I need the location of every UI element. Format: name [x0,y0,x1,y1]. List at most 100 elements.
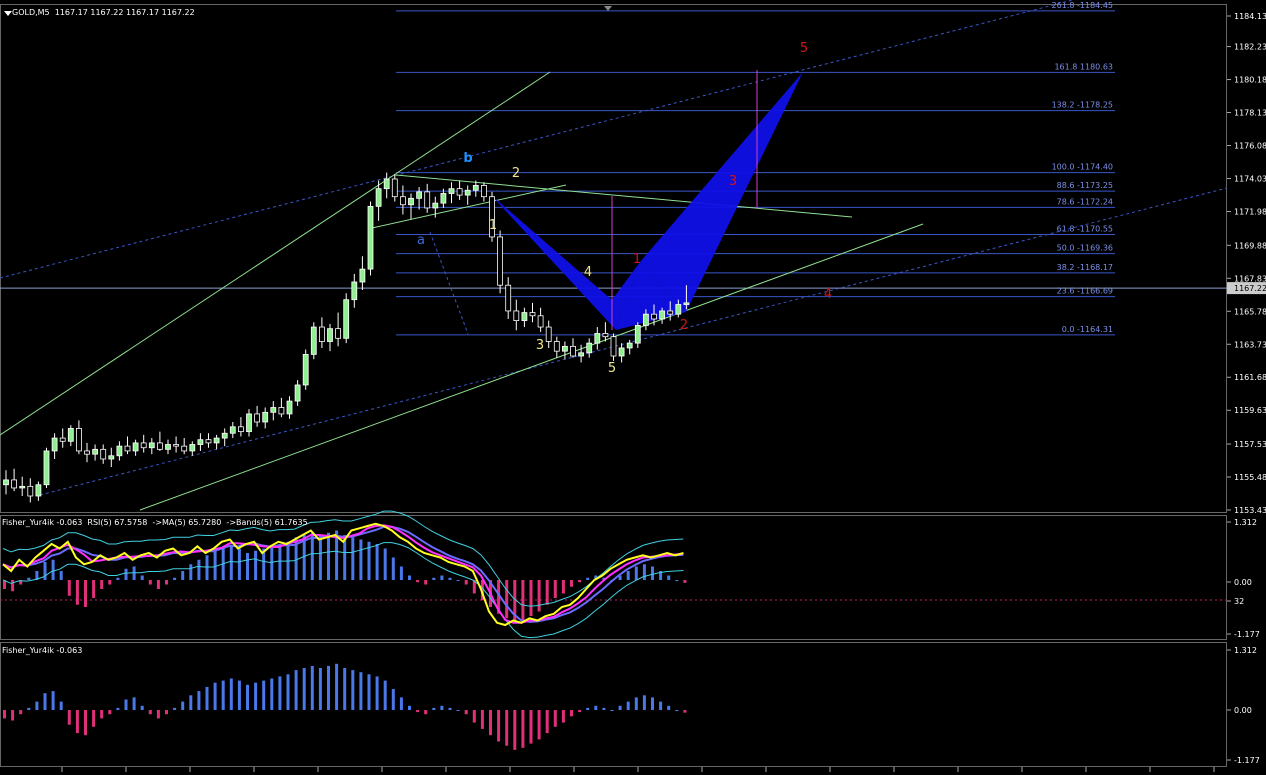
candle-body [359,268,366,283]
fib-level-label: 50.0 -1169.36 [1057,244,1113,253]
fib-level-label: 88.6 -1173.25 [1057,181,1113,190]
candle-body [237,426,244,433]
candle-body [140,442,147,449]
ind2-histogram-bar [561,710,565,723]
candle-body [424,191,431,209]
ind2-histogram-bar [642,695,646,710]
wave-label: 3 [536,338,544,353]
ind2-histogram-bar [35,701,39,710]
wave-label: b [463,151,472,166]
candle-body [156,442,163,450]
price-tick-label: 1180.18 [1234,76,1266,85]
ind1-histogram-bar [464,580,468,585]
ind1-histogram-bar [59,571,63,580]
harmonic-leg-3 [640,72,803,312]
candle-body [545,326,552,342]
ind2-histogram-bar [651,697,654,710]
price-tick-label: 1155.48 [1234,473,1266,482]
ind1-histogram-bar [156,580,160,589]
ind2-histogram-bar [424,710,428,715]
candle-body [189,444,196,452]
ind2-histogram-bar [173,707,177,710]
ind1-histogram-bar [205,555,209,580]
candle-body [683,302,690,305]
ind2-histogram-bar [237,680,241,710]
ind1-histogram-bar [521,580,525,621]
candle-body [173,444,180,447]
fib-level-label: 0.0 -1164.31 [1062,325,1113,334]
price-tick-label: 1167.83 [1234,274,1266,283]
ind2-histogram-bar [432,707,436,710]
ind2-histogram-bar [594,705,598,710]
ind2-histogram-bar [343,668,347,710]
channel-line-lower [139,223,924,511]
wave-label: 4 [824,287,832,302]
ind2-histogram-bar [489,710,492,736]
candle-body [11,479,18,489]
ind2-histogram-bar [456,710,460,711]
ind2-histogram-bar [505,710,509,746]
ind1-histogram-bar [43,562,47,580]
ind2-histogram-bar [148,710,152,715]
candle-body [537,315,544,328]
candle-body [578,352,584,357]
current-price-label: 1167.22 [1234,284,1266,293]
candle-body [448,188,455,194]
ind1-histogram-bar [351,537,355,580]
candle-body [278,407,285,415]
ind1-histogram-bar [84,580,87,607]
price-pane-border [0,4,1227,513]
ind2-histogram-bar [497,710,501,742]
ind2-histogram-bar [116,707,120,710]
candle-body [432,202,439,209]
candle-body [643,313,649,326]
ind2-histogram-bar [359,672,363,710]
ind2-histogram-bar [294,670,298,710]
ind2-histogram-bar [399,697,403,710]
candle-body [3,479,9,486]
candle-body [464,189,471,196]
ind2-tick-label: 0.00 [1234,706,1252,715]
ind2-histogram-bar [213,682,217,710]
ind2-histogram-bar [302,668,306,710]
ind2-histogram-bar [43,693,47,710]
candle-body [675,304,682,315]
ind2-histogram-bar [375,676,379,710]
ind1-histogram-bar [456,580,460,581]
ind2-histogram-bar [367,674,371,710]
ind1-histogram-bar [140,575,144,580]
ind1-histogram-bar [359,539,363,580]
ind2-histogram-bar [545,710,549,734]
candle-body [51,437,58,452]
candle-body [505,284,512,312]
harmonic-leg-1 [490,194,640,330]
wave-label: 5 [800,41,808,56]
candle-body [391,178,398,198]
candle-body [383,178,390,190]
menu-arrow-icon[interactable] [4,11,12,16]
ind1-histogram-bar [667,575,671,580]
trading-chart[interactable]: 1184.13 1182.23 1180.18 1178.13 1176.08 1174.… [0,0,1266,775]
ind2-histogram-bar [270,678,274,710]
ind1-histogram-bar [92,580,96,598]
ind1-histogram-bar [578,580,582,583]
ind1-histogram-bar [229,546,233,580]
ind2-histogram-bar [659,701,663,710]
triangle-line-top [395,174,853,218]
ind2-histogram-bar [618,705,622,710]
ind2-histogram-bar [246,684,249,710]
candle-body [529,312,536,317]
ind1-histogram-bar [189,564,193,580]
ind2-histogram-bar [480,710,484,729]
ind1-histogram-bar [310,532,314,580]
ind1-histogram-bar [570,580,573,587]
candle-body [562,345,568,352]
candle-body [205,439,212,444]
price-tick-label: 1174.03 [1234,175,1266,184]
ind2-tick-label: 1.312 [1234,646,1257,655]
ind2-histogram-bar [586,707,590,710]
candle-body [594,333,601,344]
ind2-histogram-bar [254,682,258,710]
candle-body [310,326,317,355]
ind2-histogram-bar [626,701,630,710]
